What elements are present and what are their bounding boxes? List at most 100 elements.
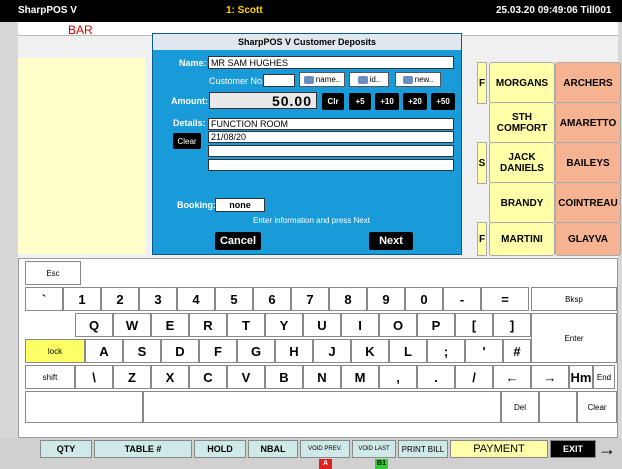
key-y[interactable]: Y (265, 313, 303, 337)
key-0[interactable]: 0 (405, 287, 443, 311)
product-morgans[interactable]: MORGANS (489, 62, 555, 104)
key-semicolon[interactable]: ; (427, 339, 465, 363)
key-1[interactable]: 1 (63, 287, 101, 311)
product-martini[interactable]: MARTINI (489, 222, 555, 256)
key-minus[interactable]: - (443, 287, 481, 311)
key-lock[interactable]: lock (25, 339, 85, 363)
key-backtick[interactable]: ` (25, 287, 63, 311)
plus-50-button[interactable]: +50 (431, 93, 455, 110)
qty-button[interactable]: QTY (40, 440, 92, 458)
name-input[interactable]: MR SAM HUGHES (208, 56, 454, 69)
key-p[interactable]: P (417, 313, 455, 337)
clear-details-button[interactable]: Clear (173, 133, 201, 149)
key-j[interactable]: J (313, 339, 351, 363)
product-edge-1[interactable]: F (477, 62, 487, 104)
key-r[interactable]: R (189, 313, 227, 337)
key-d[interactable]: D (161, 339, 199, 363)
payment-button[interactable]: PAYMENT (450, 440, 548, 458)
details-line-3[interactable] (208, 145, 454, 157)
table-button[interactable]: TABLE # (94, 440, 192, 458)
next-button[interactable]: Next (369, 232, 413, 250)
key-clear[interactable]: Clear (577, 391, 617, 423)
clr-amount-button[interactable]: Clr (322, 93, 344, 110)
key-8[interactable]: 8 (329, 287, 367, 311)
key-5[interactable]: 5 (215, 287, 253, 311)
key-slash[interactable]: / (455, 365, 493, 389)
key-comma[interactable]: , (379, 365, 417, 389)
key-q[interactable]: Q (75, 313, 113, 337)
key-f[interactable]: F (199, 339, 237, 363)
key-right-arrow[interactable]: → (531, 365, 569, 389)
key-e[interactable]: E (151, 313, 189, 337)
key-z[interactable]: Z (113, 365, 151, 389)
key-space-bar[interactable] (143, 391, 501, 423)
key-end[interactable]: End (593, 365, 615, 389)
key-del[interactable]: Del (501, 391, 539, 423)
key-lbracket[interactable]: [ (455, 313, 493, 337)
key-l[interactable]: L (389, 339, 427, 363)
key-period[interactable]: . (417, 365, 455, 389)
key-quote[interactable]: ' (465, 339, 503, 363)
key-h[interactable]: H (275, 339, 313, 363)
void-prev-button[interactable]: VOID PREV. (300, 440, 350, 458)
key-blank[interactable] (539, 391, 577, 423)
key-t[interactable]: T (227, 313, 265, 337)
key-esc[interactable]: Esc (25, 261, 81, 285)
key-equals[interactable]: = (481, 287, 529, 311)
key-left-arrow[interactable]: ← (493, 365, 531, 389)
nbal-button[interactable]: NBAL (248, 440, 298, 458)
product-jack-daniels[interactable]: JACK DANIELS (489, 142, 555, 184)
key-7[interactable]: 7 (291, 287, 329, 311)
product-amaretto[interactable]: AMARETTO (555, 102, 621, 144)
key-4[interactable]: 4 (177, 287, 215, 311)
product-archers[interactable]: ARCHERS (555, 62, 621, 104)
plus-10-button[interactable]: +10 (375, 93, 399, 110)
product-baileys[interactable]: BAILEYS (555, 142, 621, 184)
plus-5-button[interactable]: +5 (349, 93, 371, 110)
cancel-button[interactable]: Cancel (215, 232, 261, 250)
booking-select[interactable]: none (215, 198, 265, 212)
product-glayva[interactable]: GLAYVA (555, 222, 621, 256)
product-edge-3[interactable]: F (477, 222, 487, 256)
key-2[interactable]: 2 (101, 287, 139, 311)
key-9[interactable]: 9 (367, 287, 405, 311)
key-bksp[interactable]: Bksp (531, 287, 617, 311)
void-last-button[interactable]: VOID LAST (352, 440, 396, 458)
key-g[interactable]: G (237, 339, 275, 363)
exit-button[interactable]: EXIT (550, 440, 596, 458)
key-n[interactable]: N (303, 365, 341, 389)
key-c[interactable]: C (189, 365, 227, 389)
key-s[interactable]: S (123, 339, 161, 363)
product-brandy[interactable]: BRANDY (489, 182, 555, 224)
key-a[interactable]: A (85, 339, 123, 363)
details-line-4[interactable] (208, 159, 454, 171)
customer-no-input[interactable] (263, 74, 295, 87)
search-by-id-button[interactable]: id.. (349, 72, 389, 87)
key-w[interactable]: W (113, 313, 151, 337)
key-k[interactable]: K (351, 339, 389, 363)
key-m[interactable]: M (341, 365, 379, 389)
key-3[interactable]: 3 (139, 287, 177, 311)
key-b[interactable]: B (265, 365, 303, 389)
key-hm[interactable]: Hm (569, 365, 593, 389)
key-space[interactable] (25, 391, 143, 423)
print-bill-button[interactable]: PRINT BILL (398, 440, 448, 458)
amount-field[interactable]: 50.00 (209, 92, 317, 109)
product-sth-comfort[interactable]: STH COMFORT (489, 102, 555, 144)
key-shift[interactable]: shift (25, 365, 75, 389)
search-by-name-button[interactable]: name.. (299, 72, 345, 87)
key-backslash[interactable]: \ (75, 365, 113, 389)
key-v[interactable]: V (227, 365, 265, 389)
key-o[interactable]: O (379, 313, 417, 337)
details-line-2[interactable]: 21/08/20 (208, 131, 454, 143)
plus-20-button[interactable]: +20 (403, 93, 427, 110)
key-rbracket[interactable]: ] (493, 313, 531, 337)
key-x[interactable]: X (151, 365, 189, 389)
product-edge-2[interactable]: S (477, 142, 487, 184)
product-cointreau[interactable]: COINTREAU (555, 182, 621, 224)
key-hash[interactable]: # (503, 339, 531, 363)
hold-button[interactable]: HOLD (194, 440, 246, 458)
key-6[interactable]: 6 (253, 287, 291, 311)
details-line-1[interactable]: FUNCTION ROOM (208, 118, 454, 130)
new-customer-button[interactable]: new.. (395, 72, 441, 87)
